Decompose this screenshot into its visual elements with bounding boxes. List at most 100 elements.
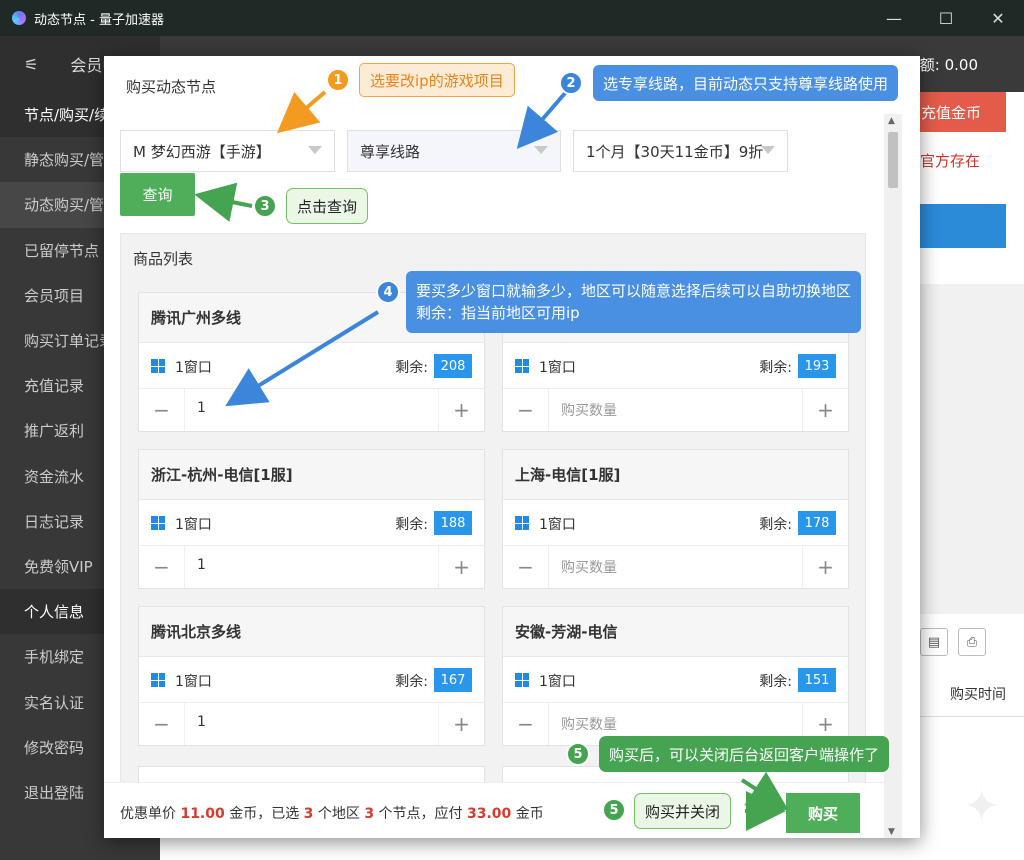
windows-icon xyxy=(151,673,165,687)
line-select-value: 尊享线路 xyxy=(360,142,421,161)
increment-button[interactable]: + xyxy=(438,546,484,588)
buy-button[interactable]: 购买 xyxy=(786,793,860,833)
chevron-down-icon xyxy=(308,146,322,154)
quantity-placeholder: 购买数量 xyxy=(561,717,617,733)
increment-button[interactable]: + xyxy=(802,546,848,588)
close-button[interactable]: ✕ xyxy=(972,0,1024,36)
duration-select[interactable]: 1个月【30天11金币】9折 xyxy=(573,130,788,172)
region-count: 3 xyxy=(303,806,314,822)
node-card: 上海-电信[1服] 1窗口 剩余: 178 − 购买数量 + xyxy=(502,449,849,589)
remaining-label: 剩余: xyxy=(395,517,428,533)
windows-icon xyxy=(515,359,529,373)
scroll-up-icon[interactable]: ▲ xyxy=(888,116,895,126)
remaining-label: 剩余: xyxy=(395,360,428,376)
total-price: 33.00 xyxy=(466,806,512,822)
window-count-label: 1窗口 xyxy=(175,674,212,690)
decrement-button[interactable]: − xyxy=(503,389,549,431)
quantity-value: 1 xyxy=(197,400,206,416)
app-logo-icon xyxy=(12,11,26,25)
remaining-badge: 151 xyxy=(798,668,836,692)
node-info-row: 1窗口 剩余: 178 xyxy=(503,500,848,546)
windows-icon xyxy=(515,516,529,530)
quantity-value: 1 xyxy=(197,557,206,573)
buy-dynamic-node-dialog: 购买动态节点 ▲ ▼ M 梦幻西游【手游】 尊享线路 1个月【30天11金币】9… xyxy=(104,56,920,838)
game-select-value: M 梦幻西游【手游】 xyxy=(133,142,271,161)
step-4-line1: 要买多少窗口就输多少，地区可以随意选择后续可以自助切换地区 xyxy=(416,282,852,300)
window-count-label: 1窗口 xyxy=(175,517,212,533)
maximize-button[interactable]: ☐ xyxy=(920,0,972,36)
node-name: 浙江-杭州-电信[1服] xyxy=(139,450,484,500)
decrement-button[interactable]: − xyxy=(139,389,185,431)
node-info-row: 1窗口 剩余: 151 xyxy=(503,657,848,703)
decrement-button[interactable]: − xyxy=(139,546,185,588)
step-5-callout: 购买后，可以关闭后台返回客户端操作了 xyxy=(599,736,890,772)
node-name: 上海-电信[1服] xyxy=(503,450,848,500)
line-select[interactable]: 尊享线路 xyxy=(347,130,561,172)
step-3-callout: 点击查询 xyxy=(286,188,369,224)
quantity-placeholder: 购买数量 xyxy=(561,403,617,419)
remaining-badge: 188 xyxy=(434,511,472,535)
decrement-button[interactable]: − xyxy=(139,703,185,745)
step-4-badge: 4 xyxy=(376,280,400,304)
game-select[interactable]: M 梦幻西游【手游】 xyxy=(120,130,335,172)
scroll-thumb[interactable] xyxy=(888,132,898,188)
step-2-callout: 选专享线路，目前动态只支持尊享线路使用 xyxy=(593,65,899,101)
decrement-button[interactable]: − xyxy=(503,703,549,745)
step-1-callout: 选要改ip的游戏项目 xyxy=(359,63,515,97)
node-info-row: 1窗口 剩余: 188 xyxy=(139,500,484,546)
content-panel xyxy=(920,284,1024,614)
scroll-down-icon[interactable]: ▼ xyxy=(888,827,895,837)
window-count-label: 1窗口 xyxy=(175,360,212,376)
step-1-badge: 1 xyxy=(326,68,350,92)
increment-button[interactable]: + xyxy=(438,389,484,431)
remaining-badge: 167 xyxy=(434,668,472,692)
windows-icon xyxy=(151,516,165,530)
step-3-badge: 3 xyxy=(253,194,277,218)
increment-button[interactable]: + xyxy=(802,389,848,431)
window-count-label: 1窗口 xyxy=(539,360,576,376)
node-name: 腾讯北京多线 xyxy=(139,607,484,657)
quantity-stepper[interactable]: −1 + xyxy=(139,703,484,745)
step-4-callout: 要买多少窗口就输多少，地区可以随意选择后续可以自助切换地区 剩余：指当前地区可用… xyxy=(406,271,862,333)
node-count: 3 xyxy=(364,806,375,822)
warning-text: 官方存在 xyxy=(920,152,981,170)
order-footer: 优惠单价 11.00 金币，已选 3 个地区 3 个节点，应付 33.00 金币… xyxy=(104,782,884,838)
duration-select-value: 1个月【30天11金币】9折 xyxy=(586,142,764,161)
remaining-label: 剩余: xyxy=(759,360,792,376)
window-count-label: 1窗口 xyxy=(539,674,576,690)
minimize-button[interactable]: — xyxy=(868,0,920,36)
step-4-line2: 剩余：指当前地区可用ip xyxy=(416,304,580,322)
windows-icon xyxy=(515,673,529,687)
quantity-stepper[interactable]: −1 + xyxy=(139,389,484,431)
window-count-label: 1窗口 xyxy=(539,517,576,533)
increment-button[interactable]: + xyxy=(438,703,484,745)
print-icon[interactable]: ⎙ xyxy=(958,628,986,656)
step-5b-callout: 购买并关闭 xyxy=(634,793,732,829)
export-icon[interactable]: ▤ xyxy=(920,628,948,656)
decrement-button[interactable]: − xyxy=(503,546,549,588)
table-divider xyxy=(920,716,1024,717)
node-card: 腾讯北京多线 1窗口 剩余: 167 −1 + xyxy=(138,606,485,746)
balance-text: 额: 0.00 xyxy=(919,56,978,74)
remaining-badge: 208 xyxy=(434,354,472,378)
quantity-stepper[interactable]: − 购买数量 + xyxy=(503,389,848,431)
quantity-placeholder: 购买数量 xyxy=(561,560,617,576)
quantity-stepper[interactable]: −1 + xyxy=(139,546,484,588)
remaining-label: 剩余: xyxy=(759,517,792,533)
sparkle-icon: ✦ xyxy=(963,781,1000,832)
step-5-badge: 5 xyxy=(566,742,590,766)
sliders-icon[interactable]: ⚟ xyxy=(24,55,38,74)
unit-price: 11.00 xyxy=(180,806,225,822)
window-title: 动态节点 - 量子加速器 xyxy=(34,12,164,28)
scrollbar[interactable]: ▲ ▼ xyxy=(884,114,902,838)
blue-banner xyxy=(920,204,1006,248)
windows-icon xyxy=(151,359,165,373)
quantity-stepper[interactable]: − 购买数量 + xyxy=(503,546,848,588)
quantity-value: 1 xyxy=(197,714,206,730)
node-info-row: 1窗口 剩余: 167 xyxy=(139,657,484,703)
query-button[interactable]: 查询 xyxy=(120,173,195,216)
node-name: 安徽-芳湖-电信 xyxy=(503,607,848,657)
node-card: 安徽-芳湖-电信 1窗口 剩余: 151− 购买数量 + xyxy=(502,606,849,746)
purchase-time-header: 购买时间 xyxy=(950,687,1006,703)
chevron-down-icon xyxy=(534,146,548,154)
